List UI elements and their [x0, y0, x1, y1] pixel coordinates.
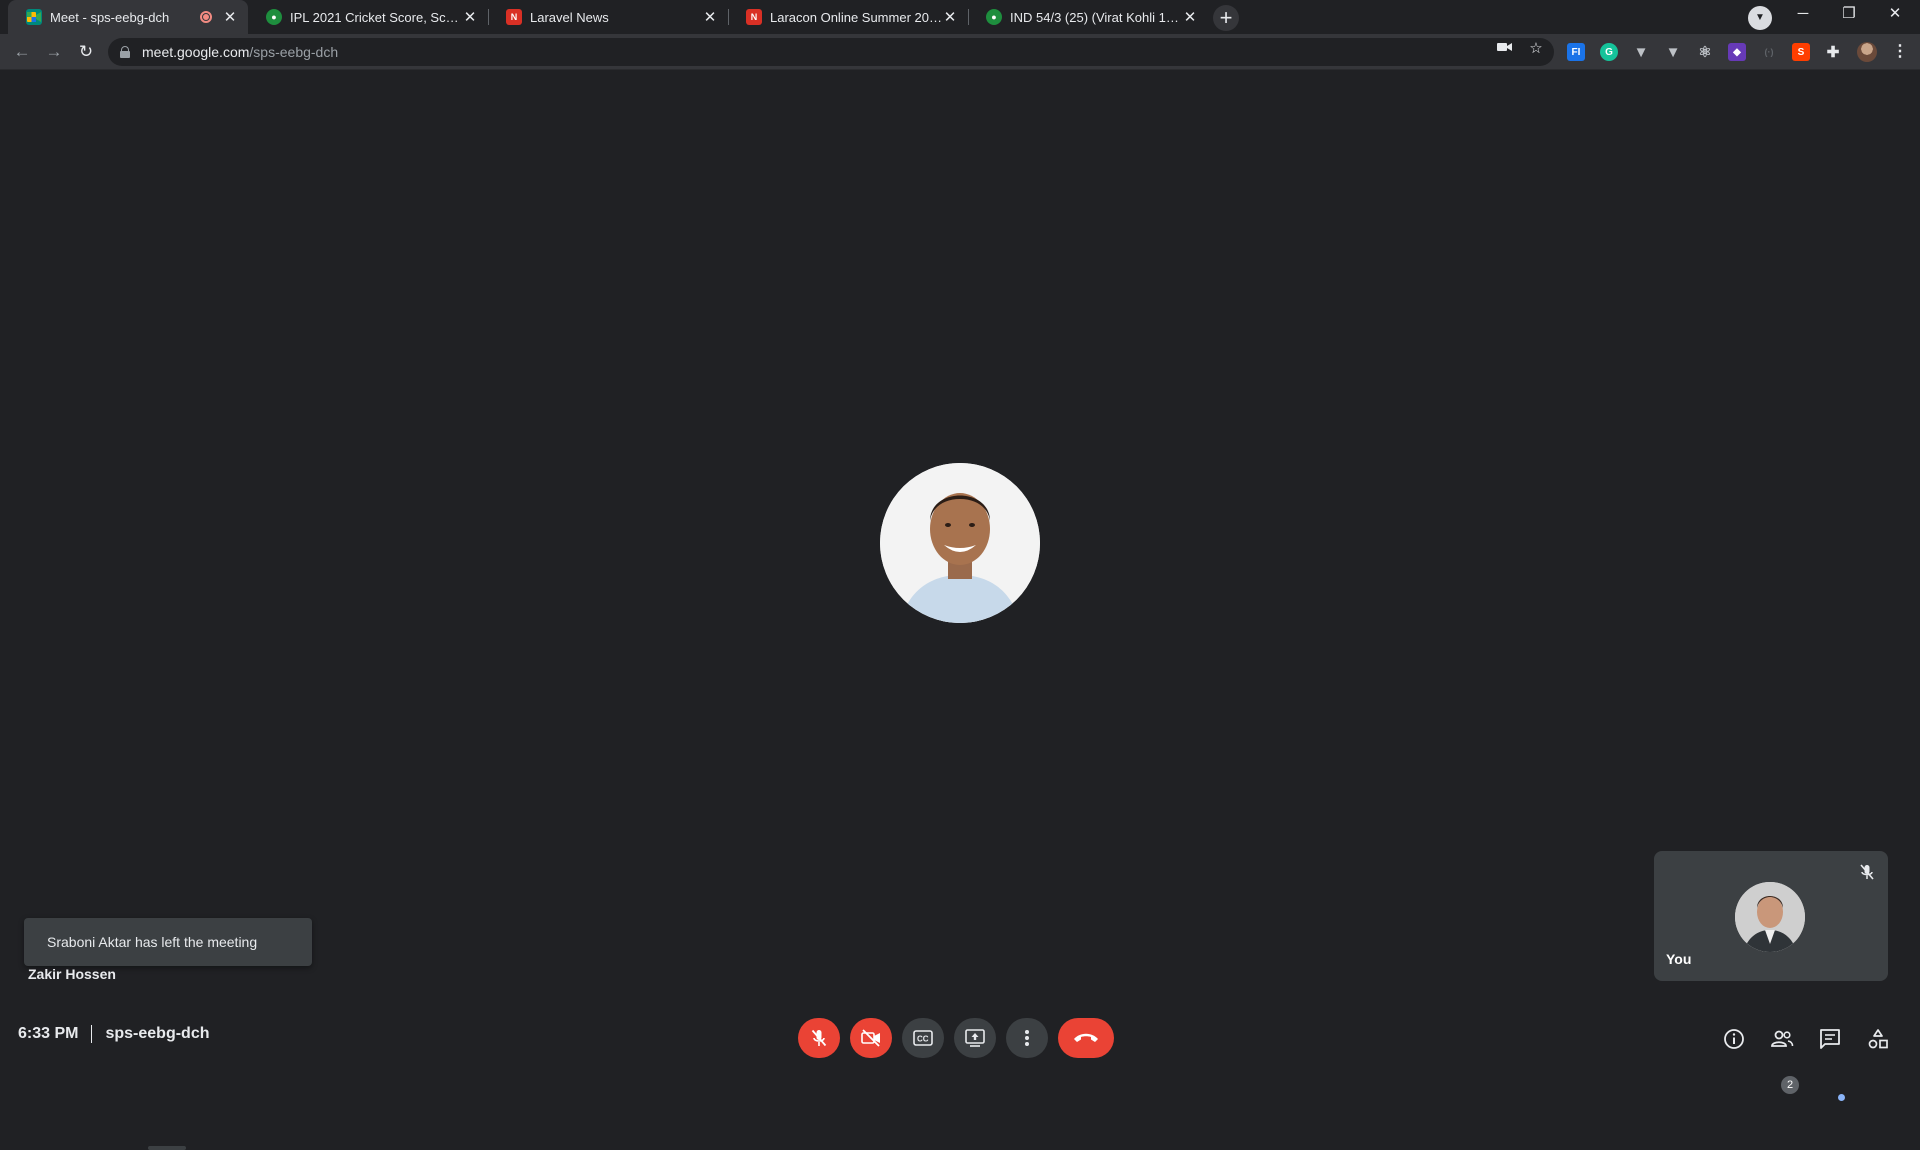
redux-extension-icon[interactable]: ◆ [1728, 43, 1746, 61]
fi-extension-icon[interactable]: FI [1567, 43, 1585, 61]
vuetify-icon[interactable]: ▼ [1664, 43, 1682, 61]
self-label: You [1666, 951, 1692, 967]
camera-icon[interactable] [1496, 40, 1514, 58]
new-tab-button[interactable]: + [1213, 5, 1239, 31]
activities-icon [1868, 1029, 1888, 1049]
extensions-puzzle-icon[interactable]: ✚ [1824, 43, 1842, 61]
leave-call-button[interactable] [1058, 1018, 1114, 1058]
svg-text:CC: CC [917, 1035, 929, 1044]
meeting-code: sps-eebg-dch [105, 1025, 210, 1042]
reload-icon[interactable]: ↻ [72, 38, 100, 66]
tab-title: IND 54/3 (25) (Virat Kohli 18(29) [1010, 9, 1182, 25]
tab-search-icon[interactable]: ▼ [1748, 6, 1772, 30]
closed-captions-icon: CC [913, 1030, 933, 1046]
tab-ipl-schedule[interactable]: ● IPL 2021 Cricket Score, Schedule, ✕ [248, 0, 488, 34]
captions-button[interactable]: CC [902, 1018, 944, 1058]
address-host: meet.google.com [142, 44, 250, 60]
google-meet-icon [26, 9, 42, 25]
minimize-icon[interactable]: ─ [1780, 0, 1826, 30]
browser-tab-strip: Meet - sps-eebg-dch ✕ ● IPL 2021 Cricket… [0, 0, 1920, 34]
meeting-details: 6:33 PM sps-eebg-dch [18, 1025, 209, 1043]
tab-laravel-news[interactable]: N Laravel News ✕ [488, 0, 728, 34]
participant-count-badge: 2 [1781, 1076, 1799, 1094]
laravel-news-icon: N [746, 9, 762, 25]
profile-avatar[interactable] [1857, 42, 1877, 62]
tab-title: Laracon Online Summer 2021 | L [770, 9, 942, 25]
close-icon[interactable]: ✕ [702, 8, 718, 26]
self-avatar [1735, 882, 1805, 952]
meet-stage: Sraboni Aktar has left the meeting Zakir… [0, 70, 1920, 1150]
tab-meet[interactable]: Meet - sps-eebg-dch ✕ [8, 0, 248, 34]
people-icon [1771, 1030, 1794, 1047]
laravel-news-icon: N [506, 9, 522, 25]
divider [91, 1025, 93, 1043]
meeting-time: 6:33 PM [18, 1025, 79, 1042]
present-screen-button[interactable] [954, 1018, 996, 1058]
back-icon[interactable]: ← [8, 38, 36, 66]
mic-off-icon [1858, 863, 1876, 881]
close-icon[interactable]: ✕ [942, 8, 958, 26]
address-bar[interactable]: meet.google.com/sps-eebg-dch [108, 38, 1554, 66]
wappalyzer-icon[interactable]: (·) [1760, 43, 1778, 61]
more-vert-icon [1025, 1030, 1029, 1046]
tab-ind-score[interactable]: ● IND 54/3 (25) (Virat Kohli 18(29) ✕ [968, 0, 1208, 34]
cricket-icon: ● [266, 9, 282, 25]
grammarly-icon[interactable]: G [1600, 43, 1618, 61]
tab-laracon[interactable]: N Laracon Online Summer 2021 | L ✕ [728, 0, 968, 34]
address-path: /sps-eebg-dch [249, 44, 339, 60]
camera-off-icon [861, 1029, 880, 1047]
participant-left-toast: Sraboni Aktar has left the meeting [24, 918, 312, 966]
close-icon[interactable]: ✕ [222, 8, 238, 26]
call-end-icon [1074, 1033, 1098, 1042]
more-options-button[interactable] [1006, 1018, 1048, 1058]
forward-icon[interactable]: → [40, 38, 68, 66]
bookmark-star-icon[interactable]: ☆ [1527, 40, 1545, 58]
participant-name: Zakir Hossen [28, 966, 116, 982]
browser-toolbar: ← → ↻ meet.google.com/sps-eebg-dch ☆ FI … [0, 34, 1920, 70]
close-icon[interactable]: ✕ [462, 8, 478, 26]
chat-icon [1820, 1029, 1840, 1049]
participants-button[interactable] [1769, 1026, 1795, 1052]
microphone-toggle-button[interactable] [798, 1018, 840, 1058]
cricket-icon: ● [986, 9, 1002, 25]
chat-notification-dot [1838, 1094, 1845, 1101]
react-devtools-icon[interactable]: ⚛ [1696, 43, 1714, 61]
recording-icon [200, 11, 212, 23]
present-screen-icon [965, 1029, 985, 1047]
restore-icon[interactable]: ❐ [1826, 0, 1872, 30]
close-icon[interactable]: ✕ [1182, 8, 1198, 26]
vue-devtools-icon[interactable]: ▼ [1632, 43, 1650, 61]
info-icon [1724, 1029, 1744, 1049]
activities-button[interactable] [1865, 1026, 1891, 1052]
tab-title: IPL 2021 Cricket Score, Schedule, [290, 9, 462, 25]
lock-icon [120, 46, 130, 58]
chat-button[interactable] [1817, 1026, 1843, 1052]
tab-title: Meet - sps-eebg-dch [50, 9, 170, 25]
tab-title: Laravel News [530, 9, 609, 25]
close-window-icon[interactable]: ✕ [1872, 0, 1918, 30]
svelte-icon[interactable]: S [1792, 43, 1810, 61]
self-view-tile[interactable]: You [1654, 851, 1888, 981]
scroll-indicator [148, 1146, 186, 1150]
meeting-info-button[interactable] [1721, 1026, 1747, 1052]
camera-toggle-button[interactable] [850, 1018, 892, 1058]
participant-avatar [880, 463, 1040, 623]
mic-off-icon [811, 1029, 827, 1047]
browser-menu-icon[interactable]: ⋮ [1892, 41, 1908, 61]
